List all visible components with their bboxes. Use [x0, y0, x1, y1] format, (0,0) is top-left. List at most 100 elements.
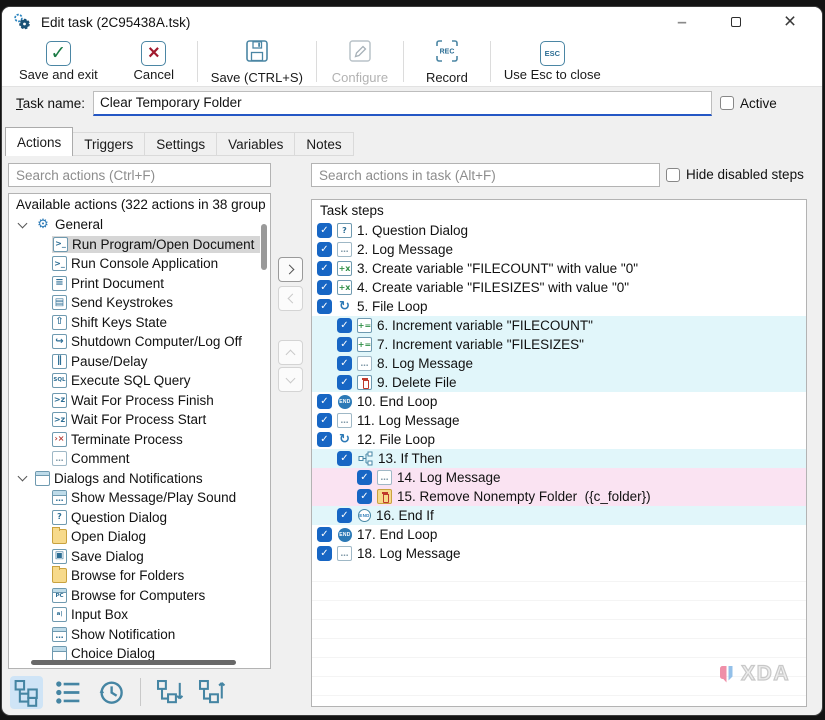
close-button[interactable]: ×: [778, 10, 802, 34]
task-step-4[interactable]: ✓ +x 4. Create variable "FILESIZES" with…: [312, 278, 806, 297]
tree-group-general[interactable]: ⚙ General: [9, 215, 270, 235]
task-step-7[interactable]: ✓ += 7. Increment variable "FILESIZES": [312, 335, 806, 354]
tree-horizontal-scrollbar[interactable]: [31, 660, 236, 665]
tree-item-wait-process-finish[interactable]: >z Wait For Process Finish: [9, 391, 270, 411]
step-checkbox[interactable]: ✓: [317, 546, 332, 561]
task-step-15[interactable]: ✓ 15. Remove Nonempty Folder ({c_folder}…: [312, 487, 806, 506]
step-checkbox[interactable]: ✓: [317, 413, 332, 428]
tree-item-wait-process-start[interactable]: >z Wait For Process Start: [9, 410, 270, 430]
step-checkbox[interactable]: ✓: [317, 527, 332, 542]
tree-item-run-program[interactable]: >_ Run Program/Open Document: [9, 235, 270, 255]
step-checkbox[interactable]: ✓: [337, 337, 352, 352]
step-checkbox[interactable]: ✓: [337, 451, 352, 466]
tree-item-input-box[interactable]: a| Input Box: [9, 605, 270, 625]
task-step-9[interactable]: ✓ 9. Delete File: [312, 373, 806, 392]
move-up-tree-icon[interactable]: [195, 676, 228, 709]
tree-item-shift-keys[interactable]: ⇧ Shift Keys State: [9, 313, 270, 333]
remove-from-task-button[interactable]: [278, 286, 303, 311]
task-step-14[interactable]: ✓ … 14. Log Message: [312, 468, 806, 487]
step-checkbox[interactable]: ✓: [337, 356, 352, 371]
move-down-tree-icon[interactable]: [153, 676, 186, 709]
task-step-11[interactable]: ✓ … 11. Log Message: [312, 411, 806, 430]
step-checkbox[interactable]: ✓: [317, 280, 332, 295]
tree-item-show-message[interactable]: … Show Message/Play Sound: [9, 488, 270, 508]
step-checkbox[interactable]: ✓: [317, 261, 332, 276]
tab-actions[interactable]: Actions: [5, 127, 73, 156]
tree-item-browse-folders[interactable]: Browse for Folders: [9, 566, 270, 586]
step-checkbox[interactable]: ✓: [357, 470, 372, 485]
move-step-down-button[interactable]: [278, 367, 303, 392]
tree-group-dialogs[interactable]: Dialogs and Notifications: [9, 469, 270, 489]
gears-icon: ⚙: [35, 217, 51, 232]
task-step-5[interactable]: ✓ ↻ 5. File Loop: [312, 297, 806, 316]
chevron-down-icon[interactable]: [18, 472, 28, 482]
esc-close-button[interactable]: ESC Use Esc to close: [491, 37, 614, 86]
task-step-2[interactable]: ✓ … 2. Log Message: [312, 240, 806, 259]
active-checkbox[interactable]: [720, 96, 734, 110]
tree-item-print-document[interactable]: ≡ Print Document: [9, 274, 270, 294]
step-checkbox[interactable]: ✓: [317, 432, 332, 447]
tab-triggers[interactable]: Triggers: [73, 132, 145, 156]
tree-item-execute-sql[interactable]: SQL Execute SQL Query: [9, 371, 270, 391]
step-checkbox[interactable]: ✓: [357, 489, 372, 504]
tree-view-icon[interactable]: [10, 676, 43, 709]
cancel-button[interactable]: × Cancel: [111, 37, 197, 86]
task-step-13[interactable]: ✓ 13. If Then: [312, 449, 806, 468]
titlebar[interactable]: Edit task (2C95438A.tsk) – ×: [2, 7, 822, 37]
search-actions-input[interactable]: [8, 163, 271, 187]
toolbar: ✓ Save and exit × Cancel Save (CTRL+S): [2, 37, 822, 87]
tree-item-pause-delay[interactable]: ∥ Pause/Delay: [9, 352, 270, 372]
task-step-6[interactable]: ✓ += 6. Increment variable "FILECOUNT": [312, 316, 806, 335]
tree-item-show-notification[interactable]: … Show Notification: [9, 625, 270, 645]
step-checkbox[interactable]: ✓: [317, 394, 332, 409]
task-step-1[interactable]: ✓ ? 1. Question Dialog: [312, 221, 806, 240]
search-task-actions-input[interactable]: [311, 163, 660, 187]
step-checkbox[interactable]: ✓: [317, 242, 332, 257]
tree-item-run-console[interactable]: >_ Run Console Application: [9, 254, 270, 274]
task-name-input[interactable]: [93, 91, 712, 116]
step-checkbox[interactable]: ✓: [317, 299, 332, 314]
history-icon[interactable]: [94, 675, 128, 709]
move-to-task-button[interactable]: [278, 257, 303, 282]
step-checkbox[interactable]: ✓: [337, 508, 352, 523]
tree-item-save-dialog[interactable]: ▣ Save Dialog: [9, 547, 270, 567]
tree-item-comment[interactable]: … Comment: [9, 449, 270, 469]
list-view-icon[interactable]: [52, 676, 85, 709]
maximize-button[interactable]: [724, 10, 748, 34]
tree-item-browse-computers[interactable]: PC Browse for Computers: [9, 586, 270, 606]
tree-item-send-keystrokes[interactable]: ▤ Send Keystrokes: [9, 293, 270, 313]
available-actions-tree[interactable]: Available actions (322 actions in 38 gro…: [8, 193, 271, 669]
chevron-down-icon[interactable]: [18, 218, 28, 228]
check-icon: ✓: [340, 359, 348, 369]
task-step-10[interactable]: ✓ END 10. End Loop: [312, 392, 806, 411]
tree-item-label: Open Dialog: [71, 529, 146, 544]
task-steps-list[interactable]: Task steps ✓ ? 1. Question Dialog ✓ … 2.…: [311, 199, 807, 707]
tab-notes[interactable]: Notes: [295, 132, 353, 156]
end-loop-icon: END: [338, 395, 352, 409]
task-step-17[interactable]: ✓ END 17. End Loop: [312, 525, 806, 544]
tree-item-terminate-process[interactable]: ›× Terminate Process: [9, 430, 270, 450]
step-checkbox[interactable]: ✓: [337, 375, 352, 390]
configure-button[interactable]: Configure: [317, 37, 403, 86]
task-step-8[interactable]: ✓ … 8. Log Message: [312, 354, 806, 373]
tab-bar: Actions Triggers Settings Variables Note…: [5, 127, 354, 156]
tree-item-shutdown[interactable]: ↪ Shutdown Computer/Log Off: [9, 332, 270, 352]
task-step-18[interactable]: ✓ … 18. Log Message: [312, 544, 806, 563]
save-button[interactable]: Save (CTRL+S): [198, 37, 316, 86]
tree-item-open-dialog[interactable]: Open Dialog: [9, 527, 270, 547]
task-step-3[interactable]: ✓ +x 3. Create variable "FILECOUNT" with…: [312, 259, 806, 278]
record-button[interactable]: REC Record: [404, 37, 490, 86]
hide-disabled-checkbox[interactable]: [666, 168, 680, 182]
tree-item-question-dialog[interactable]: ? Question Dialog: [9, 508, 270, 528]
task-step-16[interactable]: ✓ END 16. End If: [312, 506, 806, 525]
task-step-12[interactable]: ✓ ↻ 12. File Loop: [312, 430, 806, 449]
step-checkbox[interactable]: ✓: [337, 318, 352, 333]
check-icon: ✓: [320, 435, 328, 445]
minimize-button[interactable]: –: [670, 10, 694, 34]
tab-settings[interactable]: Settings: [145, 132, 217, 156]
tab-variables[interactable]: Variables: [217, 132, 295, 156]
step-checkbox[interactable]: ✓: [317, 223, 332, 238]
tree-vertical-scrollbar[interactable]: [261, 224, 267, 270]
save-and-exit-button[interactable]: ✓ Save and exit: [6, 37, 111, 86]
move-step-up-button[interactable]: [278, 340, 303, 365]
